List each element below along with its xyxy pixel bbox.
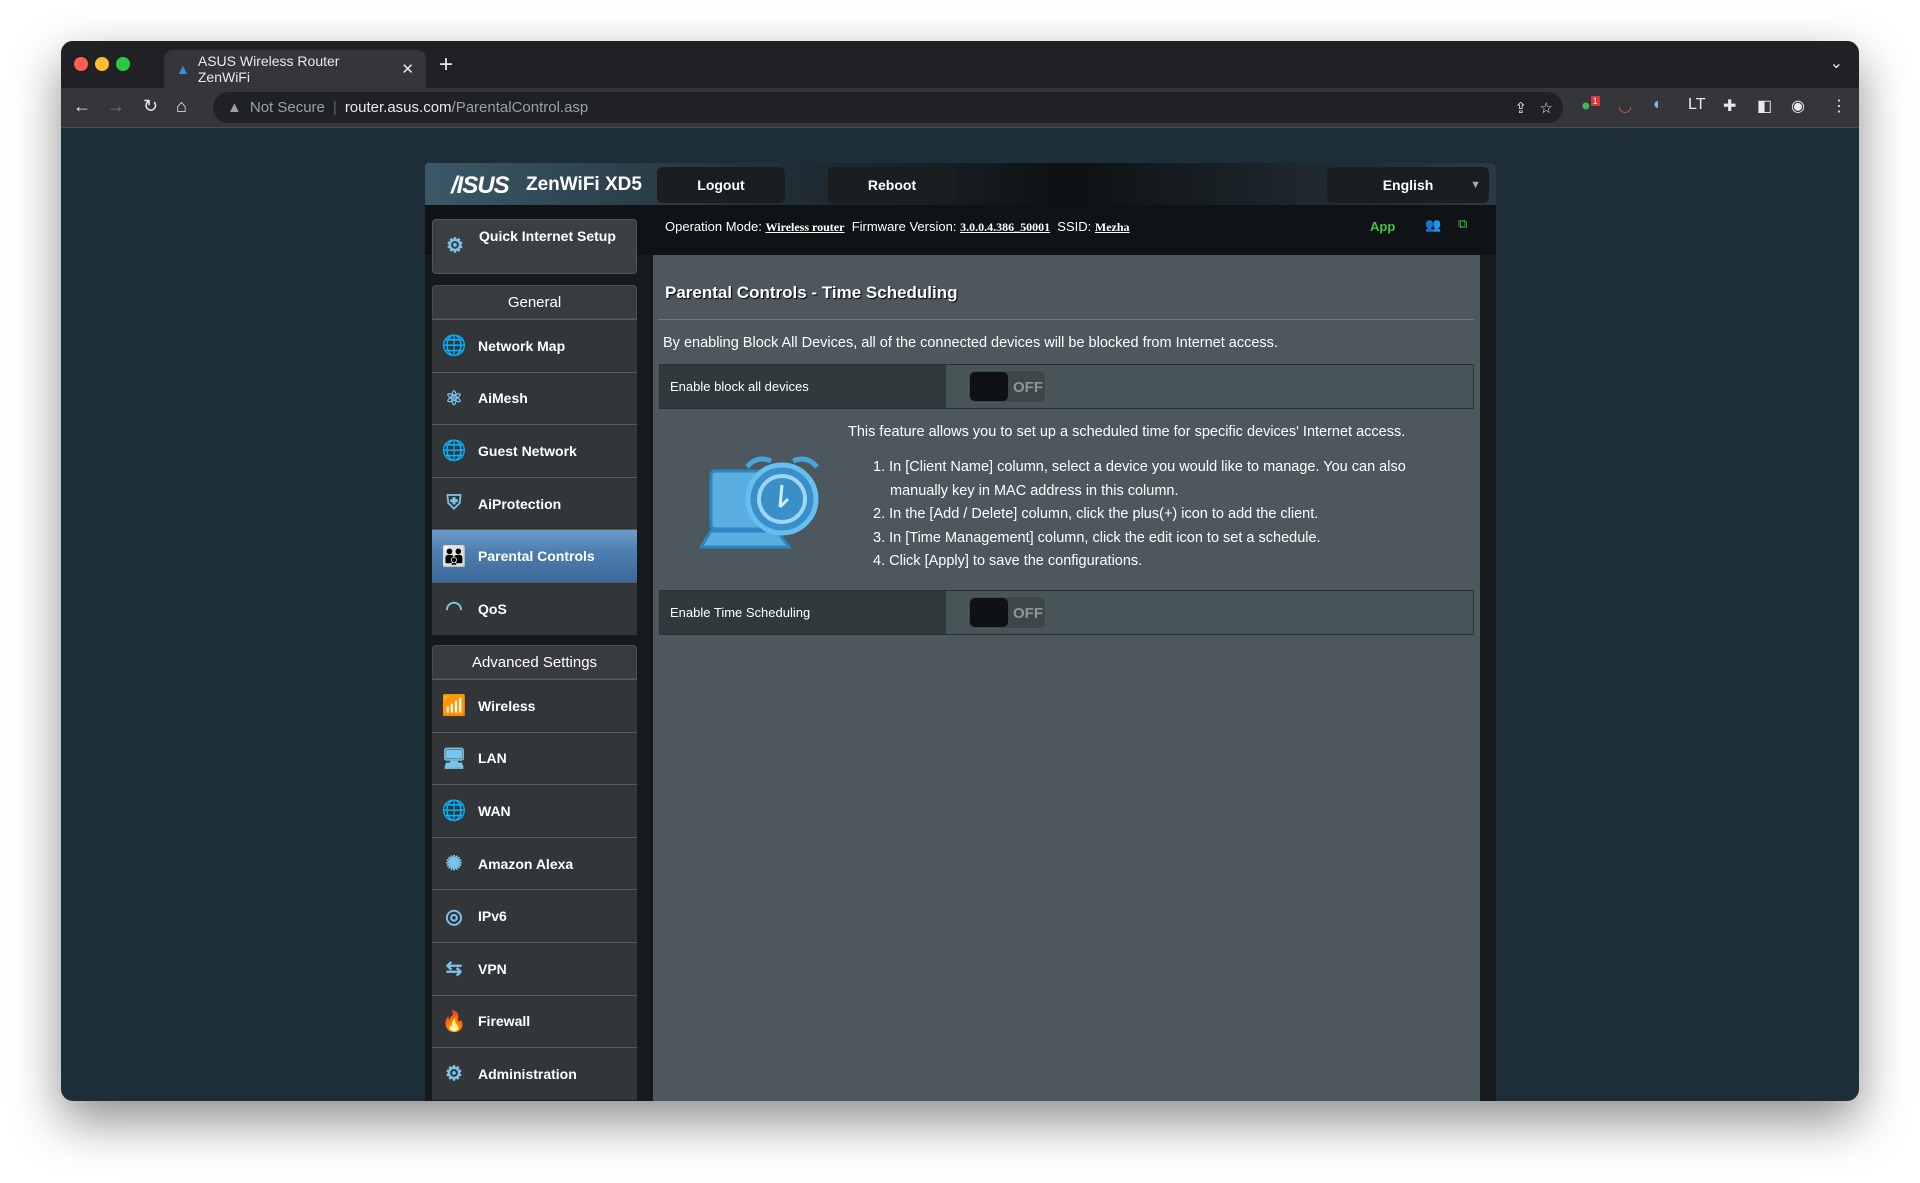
- asus-logo: /ISUS: [451, 172, 510, 199]
- tab-search-chevron-icon[interactable]: ⌄: [1830, 53, 1843, 73]
- admin-gear-icon: ⚙: [445, 1063, 463, 1086]
- security-label[interactable]: Not Secure: [250, 99, 325, 116]
- globe-icon: 🌐: [441, 800, 467, 823]
- block-all-toggle[interactable]: OFF: [968, 370, 1046, 403]
- reboot-button[interactable]: Reboot: [828, 167, 956, 203]
- time-scheduling-toggle[interactable]: OFF: [968, 596, 1046, 629]
- block-all-label: Enable block all devices: [660, 365, 946, 408]
- browser-tab[interactable]: ▲ ASUS Wireless Router ZenWiFi ✕: [164, 50, 426, 88]
- sidebar-item-qos[interactable]: ◠ QoS: [432, 581, 637, 635]
- sidebar-item-wireless[interactable]: 📶 Wireless: [432, 679, 637, 732]
- main-content: Parental Controls - Time Scheduling By e…: [653, 255, 1480, 1101]
- sidebar-item-vpn[interactable]: ⇆ VPN: [432, 941, 637, 995]
- minimize-window-button[interactable]: [95, 57, 109, 71]
- extension-badge-icon[interactable]: ● 1: [1581, 96, 1600, 115]
- app-link[interactable]: App: [1370, 219, 1395, 234]
- sidebar-item-parental-controls[interactable]: 👪 Parental Controls: [432, 529, 637, 582]
- tab-title: ASUS Wireless Router ZenWiFi: [197, 53, 340, 85]
- quick-internet-setup-button[interactable]: ⚙ Quick Internet Setup: [432, 219, 637, 274]
- sidebar-item-lan[interactable]: 🖥 LAN: [432, 731, 637, 785]
- close-window-button[interactable]: [74, 57, 88, 71]
- instruction-step: 3. In [Time Management] column, click th…: [873, 529, 1321, 546]
- users-icon[interactable]: 👥: [1425, 217, 1441, 233]
- time-scheduling-row: Enable Time Scheduling OFF: [659, 590, 1474, 635]
- alexa-icon: ✺: [445, 853, 463, 876]
- avatar[interactable]: ◉: [1791, 96, 1805, 116]
- block-all-row: Enable block all devices OFF: [659, 364, 1474, 409]
- sidebar-item-wan[interactable]: 🌐 WAN: [432, 784, 637, 837]
- instruction-step: 2. In the [Add / Delete] column, click t…: [873, 506, 1319, 523]
- home-icon[interactable]: ⌂: [176, 96, 187, 117]
- globe-users-icon: 🌐: [441, 440, 467, 463]
- asus-favicon-icon: ▲: [176, 61, 190, 77]
- browser-toolbar: ← → ↻ ⌂ ▲ Not Secure | router.asus.com/P…: [61, 88, 1859, 128]
- warning-icon: ▲: [227, 99, 242, 116]
- shield-lock-icon: ⛨: [446, 492, 462, 515]
- extension-icon[interactable]: ◐: [1653, 96, 1663, 114]
- network-status-icon[interactable]: ⧉: [1458, 216, 1467, 232]
- model-name: ZenWiFi XD5: [526, 174, 642, 195]
- puzzle-icon[interactable]: ✚: [1723, 96, 1736, 116]
- menu-icon[interactable]: ⋮: [1831, 96, 1847, 116]
- ssid-link[interactable]: Mezha: [1095, 220, 1130, 234]
- wifi-icon: 📶: [441, 695, 467, 718]
- firmware-link[interactable]: 3.0.0.4.386_50001: [960, 220, 1050, 234]
- browser-window: ▲ ASUS Wireless Router ZenWiFi ✕ + ⌄ ← →…: [61, 41, 1859, 1101]
- advanced-settings-header: Advanced Settings: [432, 645, 637, 679]
- sidebar-item-network-map[interactable]: 🌐 Network Map: [432, 319, 637, 372]
- new-tab-button[interactable]: +: [439, 51, 453, 79]
- languagetool-icon[interactable]: LT: [1688, 96, 1705, 114]
- sidebar-item-administration[interactable]: ⚙ Administration: [432, 1047, 637, 1100]
- feature-description: This feature allows you to set up a sche…: [848, 424, 1406, 440]
- sidebar-item-amazon-alexa[interactable]: ✺ Amazon Alexa: [432, 836, 637, 890]
- mesh-icon: ⚛: [445, 387, 463, 410]
- sidebar-item-ipv6[interactable]: ◎ IPv6: [432, 889, 637, 942]
- router-header: /ISUS ZenWiFi XD5 Logout Reboot English ▼: [425, 163, 1496, 205]
- ipv6-icon: ◎: [445, 905, 463, 928]
- family-icon: 👪: [441, 545, 467, 568]
- url-host: router.asus.com: [344, 99, 452, 116]
- forward-icon[interactable]: →: [107, 96, 125, 117]
- url-path: /ParentalControl.asp: [451, 99, 589, 116]
- instructions-list: 1. In [Client Name] column, select a dev…: [873, 456, 1463, 574]
- reload-icon[interactable]: ↻: [143, 96, 158, 117]
- language-select[interactable]: English ▼: [1327, 167, 1489, 203]
- instruction-step: 1. In [Client Name] column, select a dev…: [873, 459, 1406, 499]
- sidebar-item-aiprotection[interactable]: ⛨ AiProtection: [432, 476, 637, 530]
- address-bar[interactable]: ▲ Not Secure | router.asus.com/ParentalC…: [213, 92, 1563, 123]
- page-title: Parental Controls - Time Scheduling: [665, 283, 958, 302]
- sidebar-item-firewall[interactable]: 🔥 Firewall: [432, 994, 637, 1048]
- fire-icon: 🔥: [441, 1010, 467, 1033]
- instruction-step: 4. Click [Apply] to save the configurati…: [873, 553, 1143, 570]
- sidebar-advanced: Advanced Settings 📶 Wireless 🖥 LAN 🌐 WAN ✺ A…: [432, 645, 637, 1100]
- sidebar-general: General 🌐 Network Map ⚛ AiMesh 🌐 Guest Netw…: [432, 285, 637, 635]
- router-panel: /ISUS ZenWiFi XD5 Logout Reboot English ▼…: [425, 163, 1496, 1101]
- time-scheduling-label: Enable Time Scheduling: [660, 591, 946, 634]
- tab-bar: ▲ ASUS Wireless Router ZenWiFi ✕ + ⌄: [61, 41, 1859, 88]
- divider: [659, 319, 1474, 320]
- gauge-icon: ◠: [445, 598, 463, 621]
- general-header: General: [432, 285, 637, 319]
- block-description: By enabling Block All Devices, all of th…: [663, 335, 1278, 351]
- pocket-icon[interactable]: ◡: [1618, 96, 1632, 116]
- wand-gear-icon: ⚙: [446, 235, 464, 257]
- alarm-clock-laptop-icon: [699, 456, 819, 549]
- operation-mode-link[interactable]: Wireless router: [765, 220, 844, 234]
- monitor-icon: 🖥: [441, 747, 467, 770]
- maximize-window-button[interactable]: [116, 57, 130, 71]
- sidebar-item-guest-network[interactable]: 🌐 Guest Network: [432, 424, 637, 477]
- vpn-icon: ⇆: [445, 958, 463, 981]
- sidebar-item-aimesh[interactable]: ⚛ AiMesh: [432, 371, 637, 425]
- close-tab-icon[interactable]: ✕: [401, 60, 414, 78]
- globe-pin-icon: 🌐: [441, 335, 467, 358]
- logout-button[interactable]: Logout: [657, 167, 785, 203]
- sidepanel-icon[interactable]: ◧: [1757, 96, 1772, 116]
- back-icon[interactable]: ←: [73, 96, 91, 117]
